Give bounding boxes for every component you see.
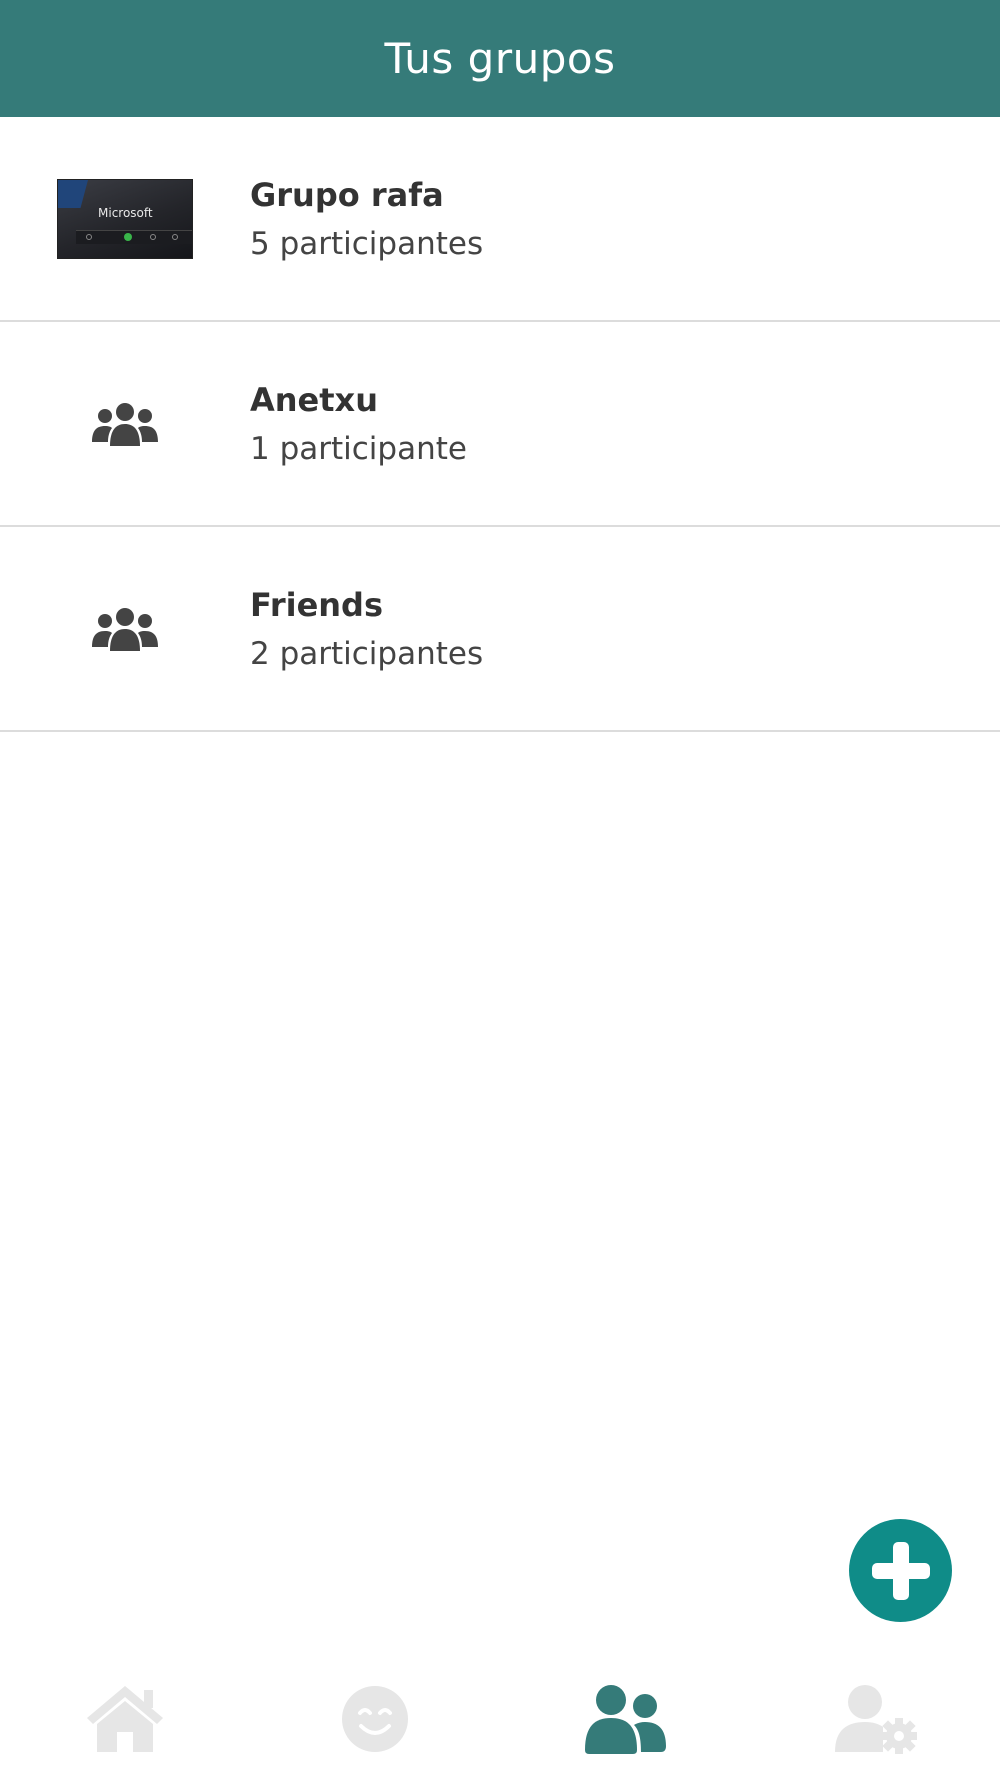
users-icon — [0, 527, 250, 730]
group-photo: Microsoft — [57, 178, 193, 259]
group-participant-count: 2 participantes — [250, 635, 484, 672]
home-icon — [87, 1686, 163, 1752]
group-name: Friends — [250, 585, 383, 624]
group-name: Grupo rafa — [250, 175, 444, 214]
smiley-icon — [342, 1686, 408, 1752]
nav-groups[interactable] — [500, 1660, 750, 1778]
nav-home[interactable] — [0, 1660, 250, 1778]
bottom-nav — [0, 1660, 1000, 1778]
group-name: Anetxu — [250, 380, 378, 419]
page-title: Tus grupos — [384, 34, 616, 83]
group-thumbnail: Microsoft — [0, 117, 250, 320]
user-settings-icon — [835, 1685, 917, 1754]
add-group-button[interactable] — [849, 1519, 952, 1622]
nav-mood[interactable] — [250, 1660, 500, 1778]
users-icon — [0, 322, 250, 525]
app-header: Tus grupos — [0, 0, 1000, 117]
list-item[interactable]: Friends 2 participantes — [0, 527, 1000, 732]
group-participant-count: 5 participantes — [250, 225, 484, 262]
group-participant-count: 1 participante — [250, 430, 467, 467]
list-item[interactable]: Anetxu 1 participante — [0, 322, 1000, 527]
group-list: Microsoft Grupo rafa 5 participantes Ane… — [0, 117, 1000, 732]
photo-brand-text: Microsoft — [98, 205, 153, 220]
plus-icon — [871, 1541, 930, 1600]
nav-user-settings[interactable] — [750, 1660, 1000, 1778]
group-icon — [585, 1685, 666, 1754]
list-item[interactable]: Microsoft Grupo rafa 5 participantes — [0, 117, 1000, 322]
